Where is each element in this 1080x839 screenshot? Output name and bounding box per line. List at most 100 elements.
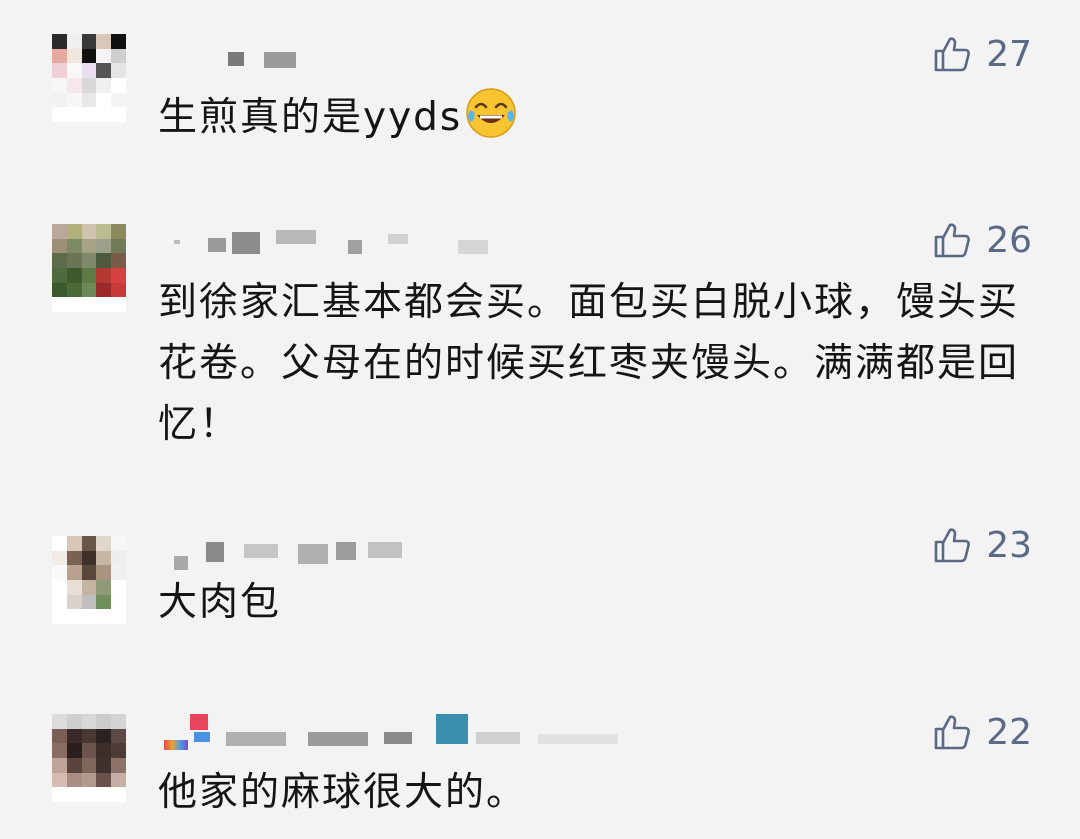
avatar-pixel — [111, 594, 126, 610]
avatar-pixel — [66, 107, 82, 122]
avatar-pixel — [111, 565, 126, 580]
avatar-pixel — [111, 758, 126, 773]
avatar-pixel — [96, 714, 112, 729]
avatar-pixel — [96, 34, 112, 49]
thumbs-up-icon — [934, 223, 971, 258]
avatar-pixel — [111, 78, 126, 93]
avatar-pixel — [66, 565, 82, 580]
avatar-pixel — [96, 772, 112, 788]
avatar-pixel — [52, 536, 67, 551]
avatar-pixel — [96, 48, 112, 64]
avatar-pixel — [96, 565, 112, 580]
like-button[interactable]: 22 — [932, 710, 1032, 754]
avatar-pixel — [81, 92, 97, 108]
avatar-pixel — [111, 48, 126, 64]
tears-of-joy-emoji — [466, 88, 516, 138]
like-count: 26 — [986, 219, 1032, 261]
avatar-pixel — [52, 224, 67, 239]
avatar[interactable] — [52, 536, 126, 624]
avatar-pixel — [81, 594, 97, 610]
avatar-pixel — [66, 743, 82, 758]
avatar-pixel — [96, 253, 112, 268]
avatar-pixel — [66, 536, 82, 551]
avatar-pixel — [66, 297, 82, 312]
avatar-pixel — [96, 107, 112, 122]
avatar-pixel — [96, 594, 112, 610]
avatar-pixel — [81, 224, 97, 239]
avatar-pixel — [111, 297, 126, 312]
avatar-pixel — [96, 743, 112, 758]
avatar-pixel — [66, 253, 82, 268]
avatar-pixel — [52, 92, 67, 108]
like-button[interactable]: 23 — [932, 523, 1032, 567]
avatar-pixel — [52, 253, 67, 268]
avatar-pixel — [81, 565, 97, 580]
avatar-pixel — [81, 48, 97, 64]
avatar-pixel — [96, 78, 112, 93]
avatar-pixel — [66, 63, 82, 78]
avatar-pixel — [66, 728, 82, 744]
avatar-pixel — [111, 743, 126, 758]
like-count: 22 — [986, 711, 1032, 753]
avatar-pixel — [111, 714, 126, 729]
avatar-pixel — [96, 550, 112, 566]
avatar-pixel — [111, 787, 126, 802]
nickname-blurred[interactable] — [158, 714, 658, 750]
avatar-pixel — [111, 772, 126, 788]
avatar-pixel — [52, 594, 67, 610]
avatar-pixel — [81, 758, 97, 773]
comment-text: 大肉包 — [158, 580, 282, 625]
avatar-pixel — [111, 728, 126, 744]
avatar-pixel — [66, 34, 82, 49]
avatar-pixel — [52, 78, 67, 93]
avatar[interactable] — [52, 34, 126, 122]
avatar-pixel — [52, 107, 67, 122]
like-button[interactable]: 27 — [932, 32, 1032, 76]
avatar-pixel — [81, 787, 97, 802]
avatar-pixel — [111, 63, 126, 78]
nickname-blurred[interactable] — [158, 538, 658, 574]
avatar-pixel — [81, 536, 97, 551]
avatar-pixel — [111, 282, 126, 298]
nickname-blurred[interactable] — [158, 48, 658, 84]
avatar-pixel — [81, 728, 97, 744]
avatar-pixel — [96, 238, 112, 254]
avatar-pixel — [81, 268, 97, 283]
avatar-pixel — [81, 63, 97, 78]
avatar-pixel — [66, 550, 82, 566]
avatar-pixel — [52, 238, 67, 254]
avatar-pixel — [66, 92, 82, 108]
avatar-pixel — [81, 580, 97, 595]
avatar-pixel — [52, 787, 67, 802]
avatar-pixel — [81, 34, 97, 49]
avatar-pixel — [96, 282, 112, 298]
nickname-blurred[interactable] — [158, 226, 658, 262]
avatar-pixel — [81, 253, 97, 268]
avatar-pixel — [52, 48, 67, 64]
avatar[interactable] — [52, 224, 126, 312]
avatar-pixel — [52, 580, 67, 595]
avatar-pixel — [66, 282, 82, 298]
avatar-pixel — [111, 550, 126, 566]
avatar-pixel — [52, 282, 67, 298]
avatar-pixel — [66, 78, 82, 93]
like-button[interactable]: 26 — [932, 218, 1032, 262]
avatar-pixel — [81, 282, 97, 298]
avatar-pixel — [52, 34, 67, 49]
avatar-pixel — [81, 609, 97, 624]
avatar-pixel — [111, 107, 126, 122]
avatar-pixel — [52, 743, 67, 758]
like-count: 23 — [986, 524, 1032, 566]
avatar-pixel — [111, 92, 126, 108]
avatar[interactable] — [52, 714, 126, 802]
avatar-pixel — [111, 580, 126, 595]
avatar-pixel — [66, 772, 82, 788]
thumbs-up-icon — [934, 37, 971, 72]
avatar-pixel — [52, 758, 67, 773]
avatar-pixel — [66, 580, 82, 595]
comment-text: 他家的麻球很大的。 — [158, 770, 528, 815]
avatar-pixel — [81, 238, 97, 254]
avatar-pixel — [111, 34, 126, 49]
avatar-pixel — [52, 268, 67, 283]
thumbs-up-icon — [934, 528, 971, 563]
